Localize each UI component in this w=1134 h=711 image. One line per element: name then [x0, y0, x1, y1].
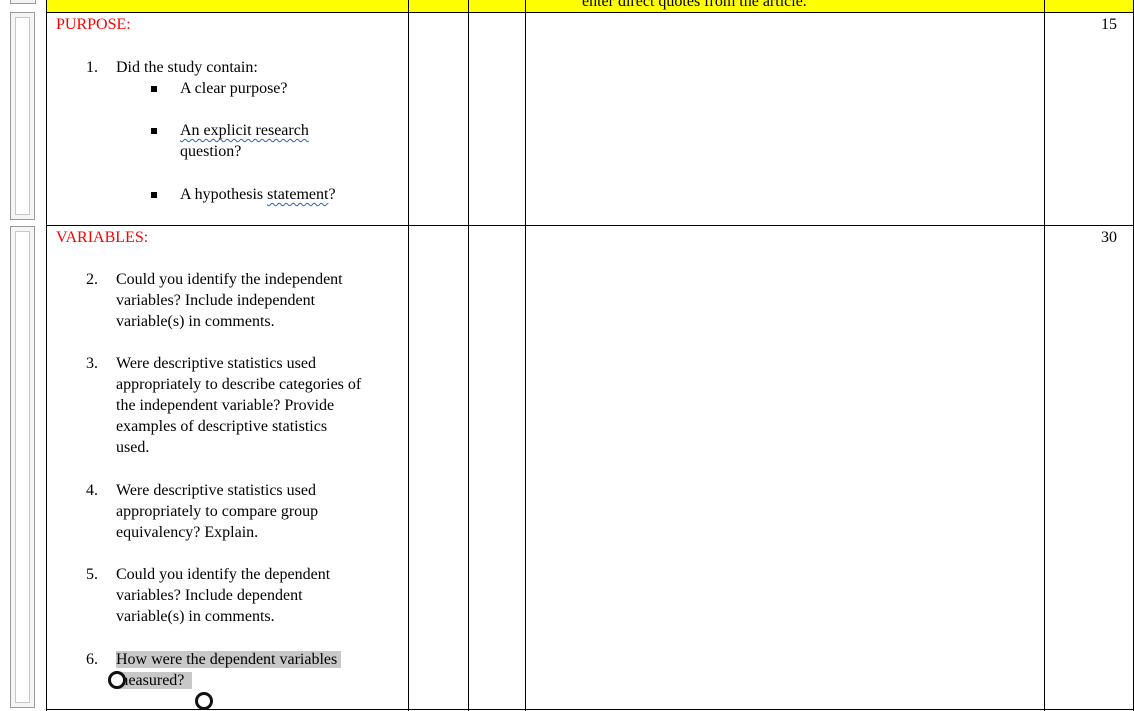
table-border-left [46, 0, 47, 711]
purpose-section-label: PURPOSE: [56, 16, 131, 33]
question-line: variables? Include independent [116, 292, 316, 309]
selected-question-text[interactable]: How were the dependent variables measure… [116, 649, 406, 691]
question-line: appropriately to describe categories of [116, 376, 362, 393]
question-number: 2. [86, 271, 98, 288]
bullet-text-prefix: A hypothesis [180, 186, 268, 203]
question-number: 1. [86, 59, 98, 76]
table-border-bottom [46, 709, 1134, 710]
question-number: 5. [86, 566, 98, 583]
table-header-row: enter direct quotes from the article. [46, 0, 1134, 13]
question-text: Did the study contain: [116, 59, 258, 76]
bullet-marker [151, 128, 157, 134]
variables-section-label: VARIABLES: [56, 229, 149, 246]
row-selector-inner [15, 231, 30, 703]
grammar-flagged-text[interactable]: An explicit research [180, 122, 309, 139]
question-line: equivalency? Explain. [116, 524, 259, 541]
bullet-text: An explicit research question? [180, 120, 380, 162]
row-selector-tab [10, 0, 36, 4]
bullet-text-continuation: question? [180, 143, 242, 160]
question-line: Were descriptive statistics used [116, 355, 316, 372]
question-text: Were descriptive statistics used appropr… [116, 353, 406, 458]
grammar-flagged-text[interactable]: statement [267, 186, 328, 203]
bullet-marker [151, 86, 157, 92]
question-text: Were descriptive statistics used appropr… [116, 480, 406, 543]
bullet-marker [151, 192, 157, 198]
selection-end-handle[interactable] [195, 692, 213, 710]
question-line: the independent variable? Provide [116, 397, 335, 414]
question-line: variables? Include dependent [116, 587, 303, 604]
table-column-divider [408, 0, 409, 711]
purpose-score: 15 [1101, 16, 1117, 33]
table-row-divider [46, 225, 1134, 226]
bullet-text-suffix: ? [328, 186, 336, 203]
selected-text-line[interactable]: measured? [116, 672, 193, 689]
question-line: examples of descriptive statistics [116, 418, 328, 435]
question-number: 3. [86, 355, 98, 372]
row-selector-inner [15, 17, 30, 215]
question-line: Were descriptive statistics used [116, 482, 316, 499]
table-column-divider [468, 0, 469, 711]
question-line: Could you identify the dependent [116, 566, 331, 583]
question-text: Could you identify the independent varia… [116, 269, 406, 332]
question-number: 4. [86, 482, 98, 499]
table-column-divider [525, 0, 526, 711]
row-selector-purpose[interactable] [10, 12, 35, 220]
header-instruction-text: enter direct quotes from the article. [582, 0, 807, 10]
bullet-text: A clear purpose? [180, 80, 288, 97]
question-line: variable(s) in comments. [116, 313, 275, 330]
question-line: appropriately to compare group [116, 503, 319, 520]
bullet-text: A hypothesis statement? [180, 184, 380, 205]
row-selector-variables[interactable] [10, 226, 35, 708]
table-column-divider [1044, 0, 1045, 711]
question-line: used. [116, 439, 150, 456]
question-line: Could you identify the independent [116, 271, 343, 288]
question-text: Could you identify the dependent variabl… [116, 564, 406, 627]
selected-text-line[interactable]: How were the dependent variables [116, 651, 342, 668]
question-line: variable(s) in comments. [116, 608, 275, 625]
question-number: 6. [86, 651, 98, 668]
selection-start-handle[interactable] [108, 671, 126, 689]
variables-score: 30 [1101, 229, 1117, 246]
